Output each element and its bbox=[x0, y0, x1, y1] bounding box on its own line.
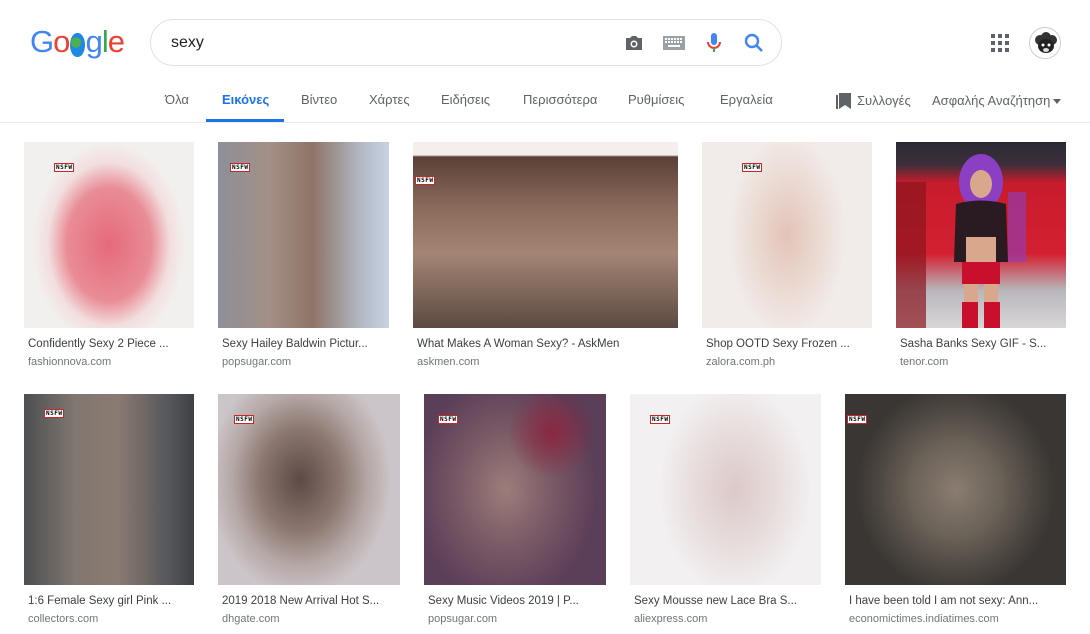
image-result[interactable]: Sasha Banks Sexy GIF - S... tenor.com bbox=[896, 142, 1066, 372]
search-icon[interactable] bbox=[743, 32, 765, 54]
image-result[interactable]: NSFW Sexy Mousse new Lace Bra S... aliex… bbox=[630, 394, 821, 630]
nsfw-badge: NSFW bbox=[650, 415, 671, 424]
account-avatar[interactable] bbox=[1029, 27, 1061, 59]
tab-maps[interactable]: Χάρτες bbox=[369, 80, 410, 122]
nsfw-badge: NSFW bbox=[44, 409, 65, 418]
result-source[interactable]: askmen.com bbox=[417, 356, 479, 368]
image-result[interactable]: NSFW What Makes A Woman Sexy? - AskMen a… bbox=[413, 142, 678, 372]
tab-news[interactable]: Ειδήσεις bbox=[441, 80, 490, 122]
globe-icon bbox=[70, 33, 85, 57]
result-title[interactable]: I have been told I am not sexy: Ann... bbox=[849, 595, 1062, 607]
safesearch-dropdown[interactable]: Ασφαλής Αναζήτηση bbox=[932, 80, 1062, 122]
result-source[interactable]: economictimes.indiatimes.com bbox=[849, 613, 999, 625]
camera-icon[interactable] bbox=[623, 32, 645, 54]
result-source[interactable]: fashionnova.com bbox=[28, 356, 111, 368]
tab-tools[interactable]: Εργαλεία bbox=[720, 80, 773, 122]
image-result[interactable]: NSFW I have been told I am not sexy: Ann… bbox=[845, 394, 1066, 630]
image-result[interactable]: NSFW 1:6 Female Sexy girl Pink ... colle… bbox=[24, 394, 194, 630]
tab-all[interactable]: Όλα bbox=[165, 80, 189, 122]
result-title[interactable]: Sasha Banks Sexy GIF - S... bbox=[900, 338, 1062, 350]
nsfw-badge: NSFW bbox=[847, 415, 868, 424]
search-input[interactable] bbox=[171, 33, 611, 52]
collections-link[interactable]: Συλλογές bbox=[836, 80, 911, 122]
tab-more[interactable]: Περισσότερα bbox=[523, 80, 597, 122]
result-title[interactable]: Sexy Mousse new Lace Bra S... bbox=[634, 595, 817, 607]
image-thumbnail[interactable] bbox=[413, 142, 678, 328]
image-result[interactable]: NSFW 2019 2018 New Arrival Hot S... dhga… bbox=[218, 394, 400, 630]
search-tabs: Όλα Εικόνες Βίντεο Χάρτες Ειδήσεις Περισ… bbox=[0, 80, 1090, 123]
microphone-icon[interactable] bbox=[703, 32, 725, 54]
logo-letter: g bbox=[85, 24, 103, 59]
collections-label: Συλλογές bbox=[857, 93, 911, 108]
logo-letter: o bbox=[53, 24, 70, 59]
result-title[interactable]: Confidently Sexy 2 Piece ... bbox=[28, 338, 190, 350]
result-source[interactable]: dhgate.com bbox=[222, 613, 279, 625]
safesearch-label: Ασφαλής Αναζήτηση bbox=[932, 93, 1051, 108]
google-logo[interactable]: Gogle bbox=[30, 24, 125, 60]
nsfw-badge: NSFW bbox=[438, 415, 459, 424]
image-thumbnail[interactable] bbox=[702, 142, 872, 328]
tab-settings[interactable]: Ρυθμίσεις bbox=[628, 80, 684, 122]
nsfw-badge: NSFW bbox=[54, 163, 75, 172]
logo-letter: G bbox=[30, 24, 54, 59]
wrestler-figure-icon bbox=[896, 154, 1026, 328]
image-result[interactable]: NSFW Sexy Music Videos 2019 | P... popsu… bbox=[424, 394, 606, 630]
sheep-avatar-icon bbox=[1031, 29, 1060, 58]
tab-images[interactable]: Εικόνες bbox=[206, 80, 285, 122]
keyboard-icon[interactable] bbox=[663, 32, 685, 54]
caret-down-icon bbox=[1053, 98, 1062, 104]
nsfw-badge: NSFW bbox=[234, 415, 255, 424]
image-thumbnail[interactable] bbox=[896, 142, 1066, 328]
image-result[interactable]: NSFW Sexy Hailey Baldwin Pictur... popsu… bbox=[218, 142, 389, 372]
bookmark-icon bbox=[836, 93, 851, 109]
result-source[interactable]: popsugar.com bbox=[428, 613, 497, 625]
tab-videos[interactable]: Βίντεο bbox=[301, 80, 337, 122]
nsfw-badge: NSFW bbox=[415, 176, 436, 185]
logo-letter: e bbox=[107, 24, 125, 59]
image-result[interactable]: NSFW Shop OOTD Sexy Frozen ... zalora.co… bbox=[702, 142, 872, 372]
result-title[interactable]: Sexy Music Videos 2019 | P... bbox=[428, 595, 602, 607]
image-thumbnail[interactable] bbox=[24, 142, 194, 328]
search-box bbox=[150, 19, 782, 66]
result-title[interactable]: 2019 2018 New Arrival Hot S... bbox=[222, 595, 396, 607]
nsfw-badge: NSFW bbox=[230, 163, 251, 172]
result-source[interactable]: tenor.com bbox=[900, 356, 948, 368]
result-source[interactable]: aliexpress.com bbox=[634, 613, 707, 625]
image-result[interactable]: NSFW Confidently Sexy 2 Piece ... fashio… bbox=[24, 142, 194, 372]
image-thumbnail[interactable] bbox=[845, 394, 1066, 585]
result-title[interactable]: What Makes A Woman Sexy? - AskMen bbox=[417, 338, 674, 350]
result-title[interactable]: 1:6 Female Sexy girl Pink ... bbox=[28, 595, 190, 607]
result-source[interactable]: zalora.com.ph bbox=[706, 356, 775, 368]
apps-grid-icon[interactable] bbox=[991, 34, 1009, 52]
result-source[interactable]: popsugar.com bbox=[222, 356, 291, 368]
result-title[interactable]: Sexy Hailey Baldwin Pictur... bbox=[222, 338, 385, 350]
result-title[interactable]: Shop OOTD Sexy Frozen ... bbox=[706, 338, 868, 350]
nsfw-badge: NSFW bbox=[742, 163, 763, 172]
image-thumbnail[interactable] bbox=[24, 394, 194, 585]
result-source[interactable]: collectors.com bbox=[28, 613, 98, 625]
